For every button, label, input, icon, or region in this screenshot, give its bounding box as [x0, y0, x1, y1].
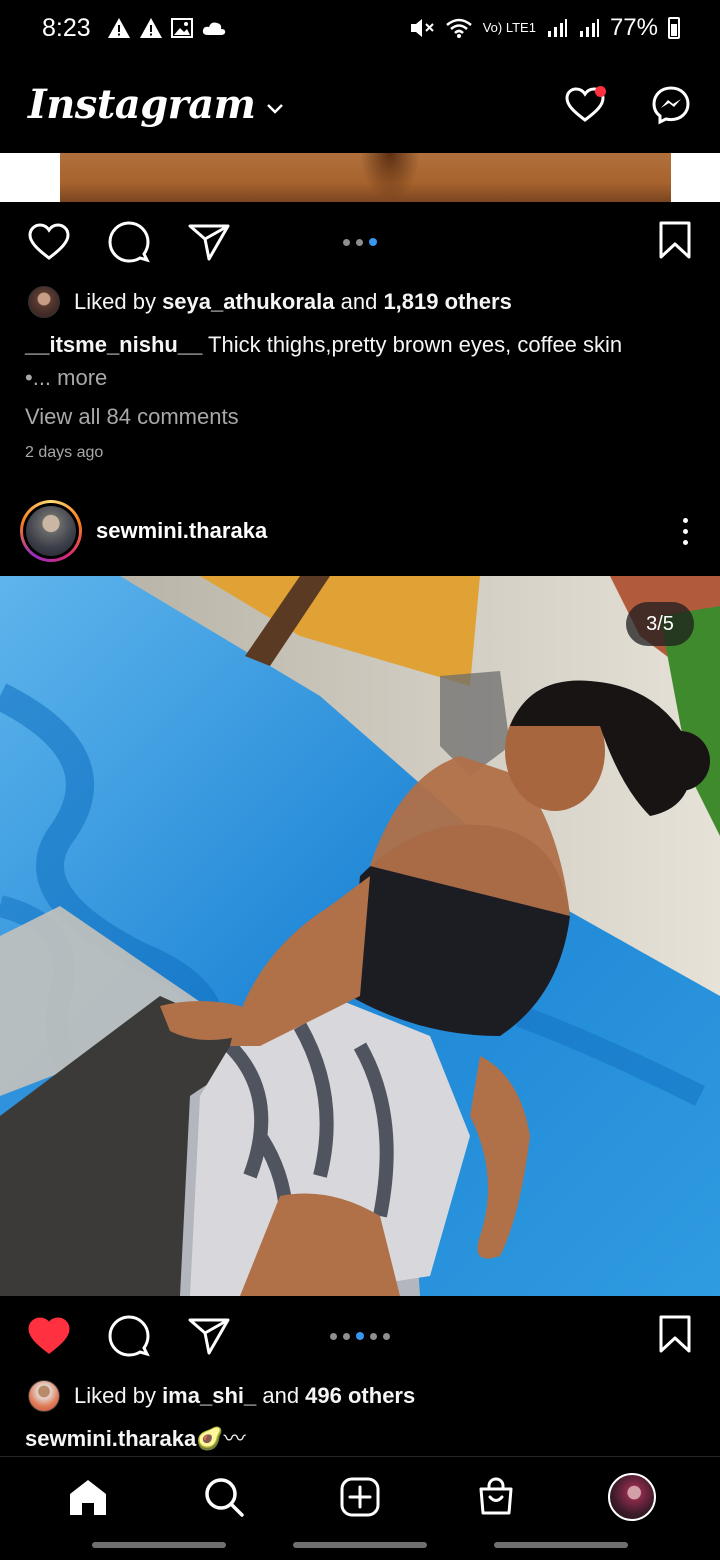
carousel-dot	[343, 1332, 350, 1340]
like-icon-filled[interactable]	[28, 1317, 70, 1355]
gesture-bar	[494, 1542, 628, 1548]
cloud-icon	[202, 22, 225, 35]
mute-icon	[410, 19, 434, 37]
post-caption: sewmini.tharaka🥑〰	[25, 1422, 695, 1455]
messenger-button[interactable]	[650, 84, 692, 126]
status-bar: 8:23 Vo) LTE1 77%	[0, 0, 720, 56]
likes-summary[interactable]: Liked by ima_shi_ and 496 others	[28, 1380, 415, 1412]
post-actions	[0, 1296, 720, 1376]
liked-by-user[interactable]: seya_athukorala	[162, 289, 334, 314]
activity-button[interactable]	[564, 84, 606, 126]
gesture-bar	[92, 1542, 226, 1548]
signal-icon	[547, 19, 567, 37]
carousel-dot	[343, 238, 350, 246]
nav-home[interactable]	[60, 1469, 116, 1525]
avatar[interactable]	[20, 500, 82, 562]
post-caption: __itsme_nishu__ Thick thighs,pretty brow…	[25, 328, 695, 394]
profile-avatar	[608, 1472, 656, 1521]
likes-others[interactable]: 1,819 others	[383, 289, 511, 314]
avatar-image	[26, 506, 76, 556]
avatar	[28, 1380, 60, 1412]
status-system-icons: Vo) LTE1 77%	[409, 14, 680, 42]
carousel-dot-active	[356, 1332, 364, 1340]
gesture-bar	[293, 1542, 427, 1548]
notification-dot	[595, 85, 606, 97]
caption-more-link[interactable]: •... more	[25, 365, 107, 390]
bookmark-icon[interactable]	[658, 221, 692, 259]
post-username[interactable]: sewmini.tharaka	[96, 518, 267, 544]
previous-post-actions	[0, 202, 720, 282]
messenger-icon	[652, 85, 690, 124]
nav-new-post[interactable]	[332, 1469, 388, 1525]
carousel-dot-active	[369, 238, 377, 246]
likes-prefix: Liked by	[74, 289, 163, 314]
caption-username[interactable]: sewmini.tharaka	[25, 1426, 196, 1451]
battery-percent: 77%	[609, 14, 658, 41]
likes-and: and	[256, 1383, 306, 1408]
image-counter-badge: 3/5	[626, 602, 694, 646]
status-notification-icons	[107, 17, 227, 39]
signal-icon	[579, 19, 599, 37]
comment-icon[interactable]	[108, 221, 150, 263]
likes-summary[interactable]: Liked by seya_athukorala and 1,819 other…	[28, 286, 512, 318]
home-icon	[70, 1479, 106, 1515]
bottom-navigation	[0, 1456, 720, 1536]
new-post-icon	[340, 1477, 380, 1516]
previous-post-image[interactable]	[0, 153, 720, 202]
battery-icon	[668, 17, 680, 39]
liked-by-user[interactable]: ima_shi_	[162, 1383, 256, 1408]
status-time: 8:23	[42, 13, 91, 42]
post-photo	[0, 576, 720, 1296]
app-header: Instagram	[0, 56, 720, 153]
carousel-dot	[356, 238, 363, 246]
bookmark-icon[interactable]	[658, 1315, 692, 1353]
post-header: sewmini.tharaka	[0, 498, 720, 564]
carousel-indicator	[343, 238, 377, 246]
post-timestamp: 2 days ago	[25, 444, 104, 461]
likes-others[interactable]: 496 others	[305, 1383, 415, 1408]
previous-post-photo	[60, 153, 671, 202]
comment-icon[interactable]	[108, 1315, 150, 1357]
more-options-icon[interactable]	[670, 511, 700, 551]
warning-icon	[107, 18, 130, 38]
caption-username[interactable]: __itsme_nishu__	[25, 332, 202, 357]
share-icon[interactable]	[188, 1317, 230, 1355]
like-icon[interactable]	[28, 223, 70, 261]
likes-text: Liked by seya_athukorala and 1,819 other…	[74, 289, 512, 315]
carousel-dot	[383, 1332, 390, 1340]
likes-prefix: Liked by	[74, 1383, 163, 1408]
wifi-icon	[445, 18, 472, 38]
nav-shop[interactable]	[468, 1469, 524, 1525]
nav-profile[interactable]	[604, 1469, 660, 1525]
caption-text: Thick thighs,pretty brown eyes, coffee s…	[202, 332, 623, 357]
warning-icon	[139, 18, 162, 38]
instagram-logo[interactable]: Instagram	[28, 81, 256, 128]
carousel-dot	[370, 1332, 377, 1340]
likes-text: Liked by ima_shi_ and 496 others	[74, 1383, 415, 1409]
likes-and: and	[334, 289, 384, 314]
nav-search[interactable]	[196, 1469, 252, 1525]
search-icon	[205, 1477, 244, 1517]
carousel-indicator	[330, 1332, 390, 1340]
caption-text: 🥑〰	[196, 1426, 246, 1451]
shop-icon	[479, 1476, 513, 1514]
post-image[interactable]: 3/5	[0, 576, 720, 1296]
view-comments-link[interactable]: View all 84 comments	[25, 404, 239, 430]
carousel-dot	[330, 1332, 337, 1340]
chevron-down-icon[interactable]	[266, 99, 284, 120]
share-icon[interactable]	[188, 223, 230, 261]
network-label: Vo) LTE1	[482, 20, 536, 35]
image-icon	[170, 18, 193, 38]
avatar	[28, 286, 60, 318]
